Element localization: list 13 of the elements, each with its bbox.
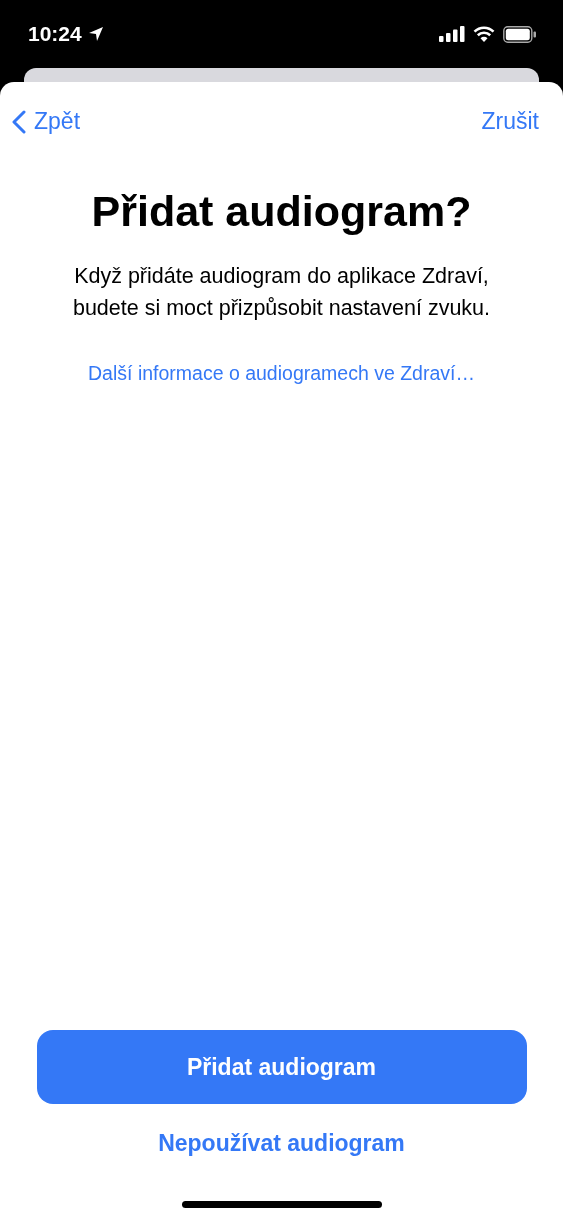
chevron-left-icon (12, 109, 26, 134)
skip-audiogram-button[interactable]: Nepoužívat audiogram (158, 1130, 405, 1157)
cancel-button[interactable]: Zrušit (481, 108, 539, 135)
signal-icon (439, 26, 465, 42)
status-time: 10:24 (28, 22, 82, 46)
description-text: Když přidáte audiogram do aplikace Zdraví, budete si moct přizpůsobit nastavení zvuku. (71, 263, 492, 322)
wifi-icon (473, 26, 495, 42)
battery-icon (503, 25, 537, 43)
location-arrow-icon (87, 26, 104, 42)
page-title: Přidat audiogram? (91, 187, 472, 236)
add-audiogram-button[interactable]: Přidat audiogram (36, 1030, 527, 1104)
back-button[interactable]: Zpět (12, 108, 81, 135)
info-link[interactable]: Další informace o audiogramech ve Zdraví… (88, 362, 475, 385)
